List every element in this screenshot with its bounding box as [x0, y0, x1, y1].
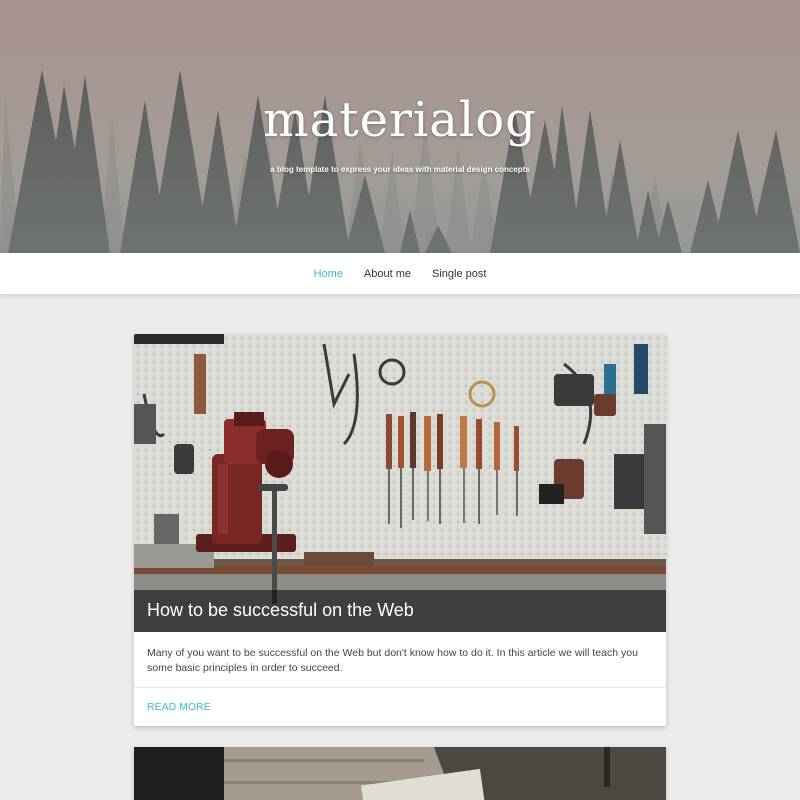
site-title[interactable]: materialog [0, 92, 800, 148]
site-tagline: a blog template to express your ideas wi… [270, 165, 530, 174]
post-card: How to be successful on the Web Many of … [134, 334, 666, 726]
nav-item-home[interactable]: Home [303, 268, 353, 280]
hero-header: materialog a blog template to express yo… [0, 0, 800, 253]
post-image[interactable]: How to be successful on the Web [134, 334, 666, 632]
post-card [134, 747, 666, 800]
post-title[interactable]: How to be successful on the Web [147, 600, 414, 621]
post-excerpt: Many of you want to be successful on the… [147, 647, 638, 674]
nav-item-single-post[interactable]: Single post [422, 268, 497, 280]
main-navigation: Home About me Single post [0, 253, 800, 294]
card-divider [134, 687, 666, 688]
workshop-tools-image [134, 334, 666, 632]
nav-item-about-me[interactable]: About me [353, 268, 421, 280]
read-more-button[interactable]: READ MORE [147, 701, 211, 713]
wooden-desk-laptop-image[interactable] [134, 747, 666, 800]
